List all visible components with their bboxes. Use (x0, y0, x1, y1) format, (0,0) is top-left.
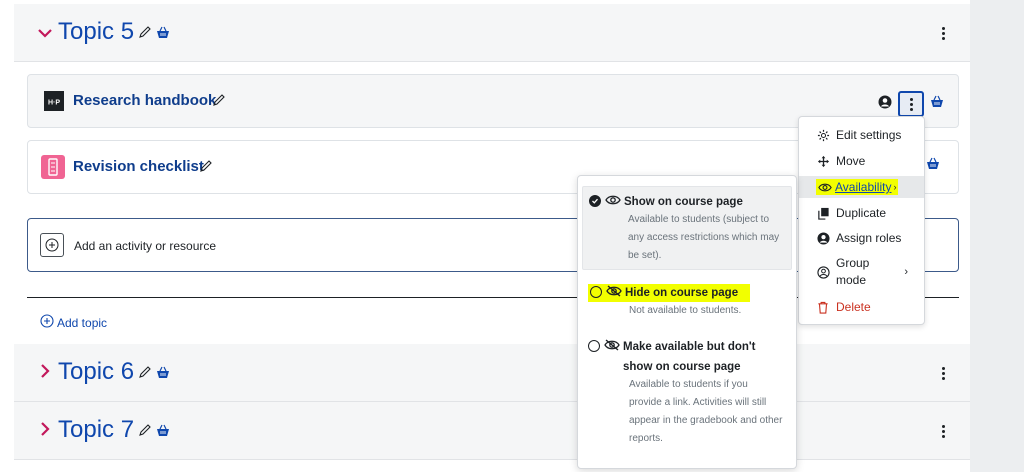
option-description: Not available to students. (629, 302, 792, 320)
group-icon (816, 265, 830, 279)
pencil-icon[interactable] (212, 93, 226, 112)
basket-icon[interactable] (156, 366, 170, 379)
option-description-line: provide a link. Activities will still (629, 397, 767, 408)
chevron-right-icon[interactable] (34, 417, 56, 443)
option-row: Make available but don't show on course … (588, 338, 792, 376)
activity-name[interactable]: Revision checklist (73, 158, 204, 175)
chevron-right-icon: › (904, 266, 908, 278)
pencil-icon[interactable] (199, 159, 213, 178)
option-description-line: Available to students (subject to (628, 214, 770, 225)
trash-icon (816, 300, 830, 314)
topic-6-title: Topic 6 (34, 358, 170, 386)
option-description-line: Not available to students. (629, 305, 742, 316)
user-icon (816, 231, 830, 245)
activity-actions (878, 91, 944, 117)
menu-item-assign-roles[interactable]: Assign roles (799, 228, 924, 248)
topic-name[interactable]: Topic 6 (58, 358, 134, 386)
menu-item-label: mode (836, 273, 867, 287)
pencil-icon[interactable] (138, 423, 152, 437)
menu-item-label: Delete (836, 300, 871, 314)
basket-icon[interactable] (926, 157, 940, 175)
option-description-line: reports. (629, 433, 663, 444)
menu-item-duplicate[interactable]: Duplicate (799, 203, 924, 223)
option-title: Hide on course page (625, 287, 739, 299)
radio-empty-icon[interactable] (588, 340, 600, 352)
pencil-icon[interactable] (138, 365, 152, 379)
topic-name[interactable]: Topic 7 (58, 416, 134, 444)
menu-item-label: Duplicate (836, 206, 887, 220)
option-available-not-shown[interactable]: Make available but don't show on course … (582, 338, 792, 462)
activity-action-menu: Edit settings Move Availability › Duplic… (798, 116, 925, 325)
page-right-gutter (970, 0, 1024, 472)
option-row: Show on course page (589, 193, 791, 211)
availability-popover: Show on course page Available to student… (577, 175, 797, 469)
chevron-right-icon[interactable] (34, 359, 56, 385)
gear-icon (816, 128, 830, 142)
activity-name[interactable]: Research handbook (73, 92, 216, 109)
activity-menu-button[interactable] (898, 91, 924, 117)
copy-icon (816, 206, 830, 220)
option-row: Hide on course page (588, 284, 792, 302)
option-description: Available to students (subject to any ac… (628, 211, 791, 265)
topic-6-header: Topic 6 (14, 344, 970, 402)
topic-5-header: Topic 5 (14, 4, 970, 62)
option-description-line: appear in the gradebook and other (629, 415, 783, 426)
add-topic-label: Add topic (57, 315, 108, 330)
add-activity-label: Add an activity or resource (74, 239, 217, 253)
option-title-group: Make available but don't show on course … (620, 338, 755, 376)
chevron-right-icon: › (893, 182, 897, 192)
plus-icon (40, 233, 64, 257)
topic-7-header: Topic 7 (14, 402, 970, 460)
eye-icon (818, 180, 832, 194)
eye-slash-icon (604, 338, 620, 352)
topic-name[interactable]: Topic 5 (58, 18, 134, 46)
menu-item-label: Edit settings (836, 128, 902, 142)
menu-item-move[interactable]: Move (799, 151, 924, 171)
highlight-mark: Availability › (816, 179, 899, 195)
add-topic-link[interactable]: Add topic (40, 314, 107, 331)
basket-icon[interactable] (156, 26, 170, 39)
basket-icon[interactable] (930, 95, 944, 113)
move-arrows-icon (816, 154, 830, 168)
basket-icon[interactable] (156, 424, 170, 437)
activity-actions (926, 157, 940, 175)
menu-item-label: Availability (835, 180, 892, 194)
course-page: Topic 5 H·P Research handbook Revision c… (0, 0, 1024, 472)
topic-7-title: Topic 7 (34, 416, 170, 444)
option-description-line: Available to students if you (629, 379, 748, 390)
check-circle-icon[interactable] (589, 195, 601, 207)
radio-empty-icon[interactable] (590, 286, 602, 298)
menu-item-label: Group (836, 256, 870, 270)
highlight-mark: Hide on course page (588, 284, 751, 302)
option-title: Show on course page (624, 196, 743, 208)
option-show-on-course-page[interactable]: Show on course page Available to student… (582, 186, 792, 270)
option-hide-on-course-page[interactable]: Hide on course page Not available to stu… (582, 284, 792, 324)
menu-item-edit-settings[interactable]: Edit settings (799, 125, 924, 145)
svg-text:H·P: H·P (48, 100, 60, 107)
eye-slash-icon (606, 284, 622, 298)
plus-circle-icon (40, 314, 54, 331)
menu-item-label: Move (836, 154, 866, 168)
topic-5-title: Topic 5 (34, 18, 170, 46)
eye-icon (605, 193, 621, 207)
chevron-down-icon[interactable] (34, 19, 56, 45)
user-icon (878, 95, 892, 114)
topic-menu-icon[interactable] (934, 422, 952, 440)
menu-item-group-mode[interactable]: Group mode › (799, 254, 924, 290)
option-title: show on course page (623, 361, 741, 373)
option-description-line: any access restrictions which may (628, 232, 780, 243)
menu-item-delete[interactable]: Delete (799, 297, 924, 317)
h5p-icon: H·P (44, 91, 64, 111)
pencil-icon[interactable] (138, 25, 152, 39)
checklist-icon (41, 155, 65, 179)
menu-item-label-group: Group mode (836, 255, 869, 289)
option-title: Make available but don't (623, 341, 756, 353)
menu-item-availability[interactable]: Availability › (799, 176, 924, 198)
menu-item-label: Assign roles (836, 231, 902, 245)
topic-menu-icon[interactable] (934, 24, 952, 42)
option-description: Available to students if you provide a l… (629, 376, 792, 448)
option-description-line: be set). (628, 250, 662, 261)
topic-menu-icon[interactable] (934, 364, 952, 382)
